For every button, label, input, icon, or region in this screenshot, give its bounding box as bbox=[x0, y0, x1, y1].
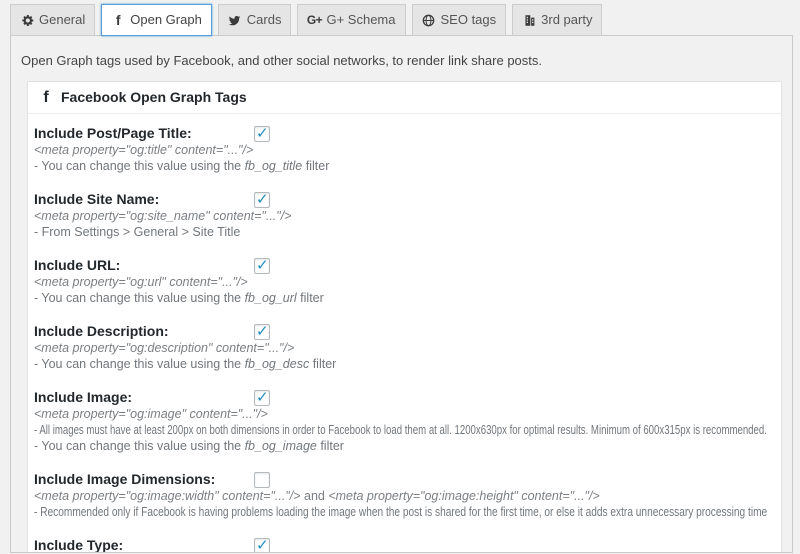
gear-icon bbox=[20, 13, 34, 27]
meta-tag-code: <meta property="og:image" content="..."/… bbox=[34, 407, 268, 421]
tab-g-schema[interactable]: G+ G+ Schema bbox=[297, 4, 406, 36]
setting-checkbox[interactable] bbox=[254, 258, 270, 274]
setting-help-text: - You can change this value using the fb… bbox=[34, 357, 337, 371]
setting-row: Include Image: <meta property="og:image"… bbox=[34, 389, 771, 454]
setting-help-text: - You can change this value using the fb… bbox=[34, 439, 344, 453]
facebook-og-panel: f Facebook Open Graph Tags Include Post/… bbox=[27, 81, 782, 553]
setting-label: Include Description: bbox=[34, 323, 169, 339]
meta-tag-code: <meta property="og:url" content="..."/> bbox=[34, 275, 248, 289]
twitter-icon bbox=[228, 13, 242, 27]
setting-label: Include URL: bbox=[34, 257, 121, 273]
setting-help-text: - You can change this value using the fb… bbox=[34, 291, 324, 305]
setting-row: Include Post/Page Title: <meta property=… bbox=[34, 125, 771, 174]
tab-label: Cards bbox=[246, 12, 282, 27]
setting-help-text: - From Settings > General > Site Title bbox=[34, 225, 241, 239]
tab-label: Open Graph bbox=[130, 12, 202, 27]
gplus-icon: G+ bbox=[306, 13, 323, 27]
setting-row: Include URL: <meta property="og:url" con… bbox=[34, 257, 771, 306]
setting-label: Include Image Dimensions: bbox=[34, 471, 216, 487]
setting-row: Include Site Name: <meta property="og:si… bbox=[34, 191, 771, 240]
tab-bar: General f Open Graph Cards G+ G+ Schema … bbox=[0, 0, 800, 36]
setting-label: Include Site Name: bbox=[34, 191, 160, 207]
panel-body: Include Post/Page Title: <meta property=… bbox=[28, 114, 781, 553]
tab-label: General bbox=[39, 12, 86, 27]
setting-row: Include Image Dimensions: <meta property… bbox=[34, 471, 771, 520]
meta-tag-code: <meta property="og:image:width" content=… bbox=[34, 489, 600, 503]
tab-general[interactable]: General bbox=[10, 4, 96, 36]
meta-tag-code: <meta property="og:description" content=… bbox=[34, 341, 295, 355]
tab-3rd-party[interactable]: 3rd party bbox=[512, 4, 603, 36]
tab-open-graph[interactable]: f Open Graph bbox=[101, 4, 212, 36]
setting-checkbox[interactable] bbox=[254, 324, 270, 340]
setting-checkbox[interactable] bbox=[254, 472, 270, 488]
setting-label: Include Image: bbox=[34, 389, 133, 405]
facebook-icon: f bbox=[43, 89, 49, 106]
setting-checkbox[interactable] bbox=[254, 192, 270, 208]
setting-row: Include Type: bbox=[34, 537, 771, 553]
tab-label: SEO tags bbox=[440, 12, 497, 27]
meta-tag-code: <meta property="og:title" content="..."/… bbox=[34, 143, 254, 157]
open-graph-tab-panel: Open Graph tags used by Facebook, and ot… bbox=[10, 35, 793, 553]
setting-help-text: - You can change this value using the fb… bbox=[34, 159, 330, 173]
panel-title: Facebook Open Graph Tags bbox=[61, 89, 247, 105]
tab-label: 3rd party bbox=[541, 12, 593, 27]
meta-tag-code: <meta property="og:site_name" content=".… bbox=[34, 209, 292, 223]
setting-help-text: - Recommended only if Facebook is having… bbox=[34, 505, 767, 519]
setting-help-text: - All images must have at least 200px on… bbox=[34, 423, 767, 437]
tab-cards[interactable]: Cards bbox=[217, 4, 292, 36]
setting-label: Include Type: bbox=[34, 537, 124, 553]
panel-header: f Facebook Open Graph Tags bbox=[28, 82, 781, 114]
setting-checkbox[interactable] bbox=[254, 390, 270, 406]
setting-checkbox[interactable] bbox=[254, 126, 270, 142]
setting-checkbox[interactable] bbox=[254, 538, 270, 552]
facebook-icon: f bbox=[115, 12, 121, 28]
building-icon bbox=[522, 13, 536, 27]
intro-text: Open Graph tags used by Facebook, and ot… bbox=[21, 53, 543, 68]
setting-row: Include Description: <meta property="og:… bbox=[34, 323, 771, 372]
seo-settings-screen: General f Open Graph Cards G+ G+ Schema … bbox=[0, 0, 800, 554]
tab-seo-tags[interactable]: SEO tags bbox=[411, 4, 507, 36]
globe-icon bbox=[422, 13, 436, 27]
tab-label: G+ Schema bbox=[326, 12, 396, 27]
setting-label: Include Post/Page Title: bbox=[34, 125, 192, 141]
